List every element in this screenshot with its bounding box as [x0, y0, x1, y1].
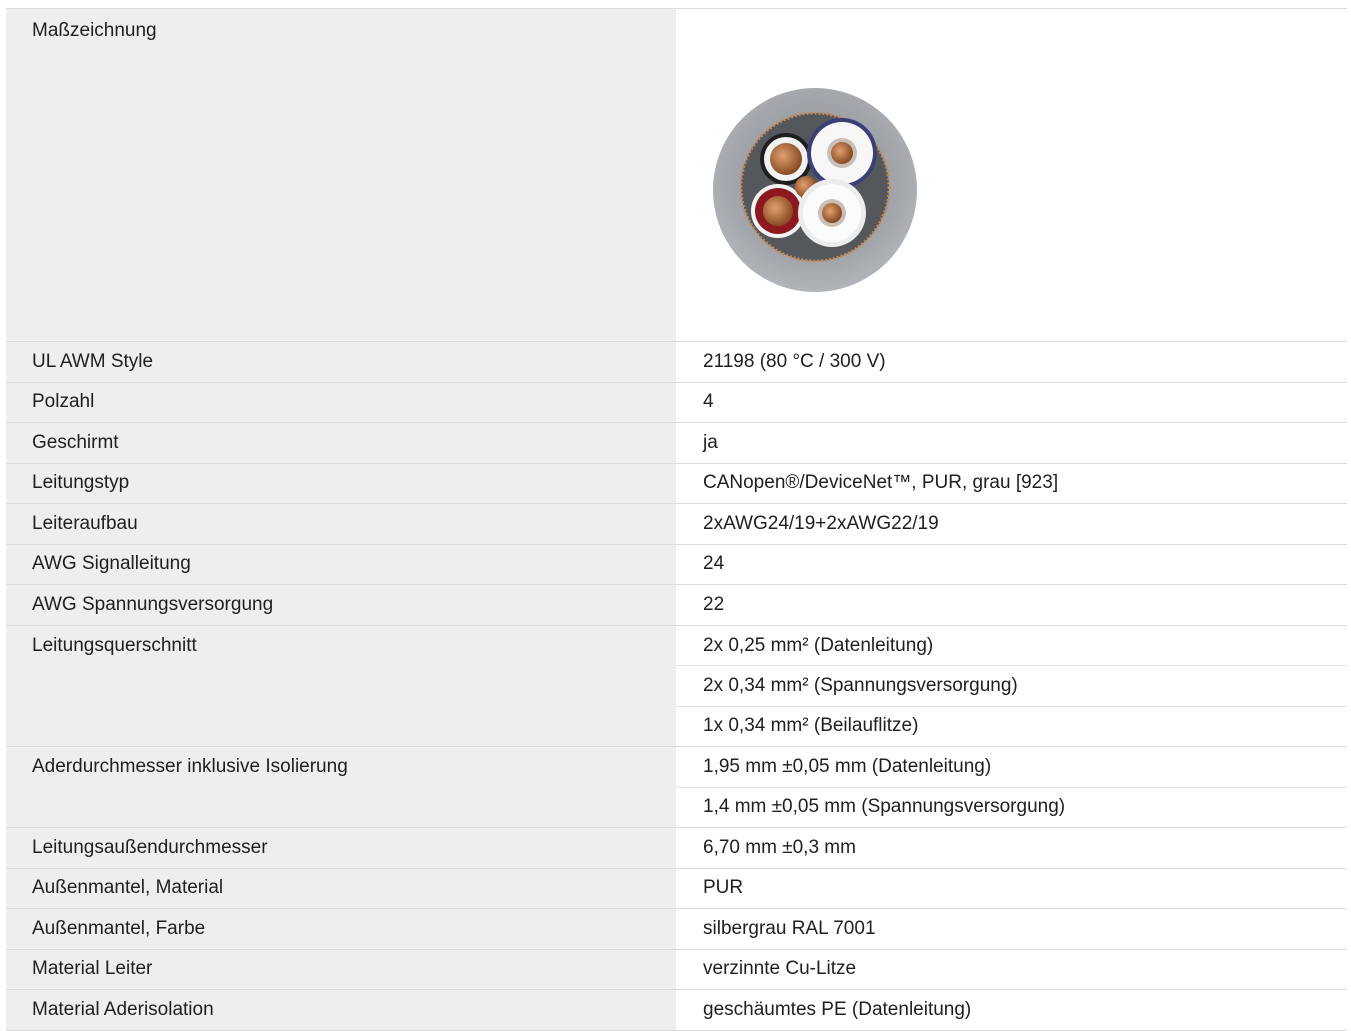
table-row: 2x 0,34 mm² (Spannungsversorgung)	[6, 666, 1347, 707]
table-row: Leitungstyp CANopen®/DeviceNet™, PUR, gra…	[6, 463, 1347, 504]
spec-label: Leitungstyp	[6, 463, 676, 503]
spec-label: Leitungsaußendurchmesser	[6, 828, 676, 868]
spec-value: 1,95 mm ±0,05 mm (Datenleitung)	[703, 756, 992, 778]
spec-label: Leitungsquerschnitt	[6, 625, 676, 666]
table-row: Geschirmt ja	[6, 423, 1347, 464]
spec-table: Maßzeichnung UL AWM Style 21198 (80 °C /…	[6, 8, 1347, 1031]
table-row: AWG Signalleitung 24	[6, 544, 1347, 585]
drawing-label: Maßzeichnung	[6, 9, 676, 341]
table-row: 1x 0,34 mm² (Beilauflitze)	[6, 706, 1347, 747]
table-row: 1,4 mm ±0,05 mm (Spannungsversorgung)	[6, 787, 1347, 828]
spec-value: PUR	[703, 877, 744, 899]
spec-label-continued	[6, 706, 676, 746]
spec-label: Leiteraufbau	[6, 504, 676, 544]
spec-label: Aderdurchmesser inklusive Isolierung	[6, 747, 676, 788]
spec-label: AWG Signalleitung	[6, 544, 676, 584]
spec-value: 1x 0,34 mm² (Beilauflitze)	[703, 715, 919, 737]
spec-value: 2x 0,25 mm² (Datenleitung)	[703, 634, 934, 656]
table-row: Aderdurchmesser inklusive Isolierung 1,95…	[6, 747, 1347, 788]
drawing-row: Maßzeichnung	[6, 9, 1347, 342]
table-row: Außenmantel, Farbe silbergrau RAL 7001	[6, 909, 1347, 950]
spec-label: Außenmantel, Farbe	[6, 909, 676, 949]
cable-cross-section-image[interactable]	[712, 87, 918, 293]
drawing-cell	[676, 9, 1347, 341]
spec-label: Material Leiter	[6, 949, 676, 989]
table-row: Leiteraufbau 2xAWG24/19+2xAWG22/19	[6, 504, 1347, 545]
spec-value: 6,70 mm ±0,3 mm	[703, 836, 856, 858]
spec-value: verzinnte Cu-Litze	[703, 958, 857, 980]
spec-label-continued	[6, 787, 676, 827]
table-row: UL AWM Style 21198 (80 °C / 300 V)	[6, 342, 1347, 383]
table-row: Material Leiter verzinnte Cu-Litze	[6, 949, 1347, 990]
spec-value: 21198 (80 °C / 300 V)	[703, 350, 886, 372]
spec-label: AWG Spannungsversorgung	[6, 585, 676, 625]
spec-value: geschäumtes PE (Datenleitung)	[703, 998, 972, 1020]
table-row: AWG Spannungsversorgung 22	[6, 585, 1347, 626]
spec-value: 1,4 mm ±0,05 mm (Spannungsversorgung)	[703, 796, 1066, 818]
spec-rows: UL AWM Style 21198 (80 °C / 300 V) Polzahl…	[6, 342, 1347, 1031]
table-row: Leitungsaußendurchmesser 6,70 mm ±0,3 mm	[6, 828, 1347, 869]
spec-label-continued	[6, 666, 676, 707]
spec-label: UL AWM Style	[6, 342, 676, 382]
spec-value: 2x 0,34 mm² (Spannungsversorgung)	[703, 675, 1018, 697]
spec-label: Geschirmt	[6, 423, 676, 463]
spec-value: CANopen®/DeviceNet™, PUR, grau [923]	[703, 472, 1059, 494]
spec-value: ja	[703, 431, 718, 453]
spec-label: Material Aderisolation	[6, 990, 676, 1030]
spec-label: Polzahl	[6, 382, 676, 422]
spec-value: 4	[703, 391, 714, 413]
spec-value: 24	[703, 553, 725, 575]
spec-value: silbergrau RAL 7001	[703, 917, 876, 939]
spec-value: 2xAWG24/19+2xAWG22/19	[703, 512, 939, 534]
table-row: Außenmantel, Material PUR	[6, 868, 1347, 909]
spec-label: Außenmantel, Material	[6, 868, 676, 908]
table-row: Leitungsquerschnitt 2x 0,25 mm² (Datenlei…	[6, 625, 1347, 666]
table-row: Material Aderisolation geschäumtes PE (Da…	[6, 990, 1347, 1031]
spec-value: 22	[703, 593, 725, 615]
table-row: Polzahl 4	[6, 382, 1347, 423]
